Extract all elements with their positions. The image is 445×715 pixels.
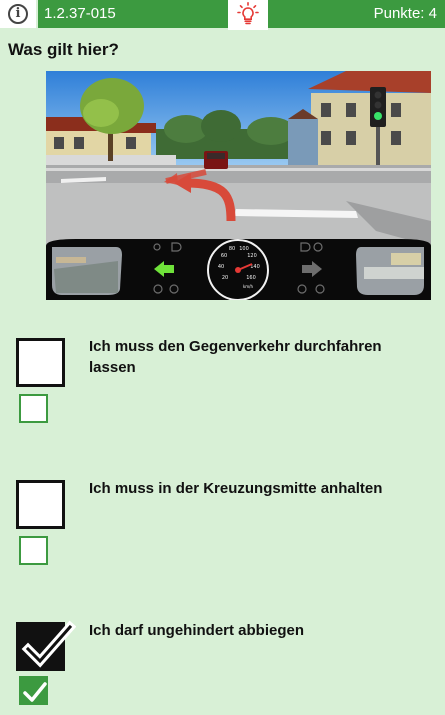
top-bar: i 1.2.37-015 Punkte: 4	[0, 0, 445, 30]
speed-tick: 100	[239, 246, 249, 252]
solution-checkbox	[19, 536, 48, 565]
answer-text: Ich muss in der Kreuzungsmitte anhalten	[89, 480, 383, 497]
checkmark-icon	[23, 682, 47, 702]
checkmark-icon	[21, 620, 76, 668]
question-id: 1.2.37-015	[38, 0, 228, 28]
hint-button[interactable]	[228, 0, 268, 30]
speed-tick: 20	[222, 275, 228, 281]
answer-text: Ich muss den Gegenverkehr durchfahren la…	[89, 338, 382, 376]
speed-tick: 60	[221, 253, 227, 259]
answer-checkbox[interactable]	[16, 620, 76, 671]
speed-tick: 120	[247, 253, 257, 259]
speed-tick: 80	[229, 246, 235, 252]
speed-tick: 40	[218, 264, 224, 270]
info-icon: i	[8, 4, 28, 24]
lightbulb-icon	[237, 2, 259, 25]
speed-unit: km/h	[243, 284, 254, 289]
answer-text: Ich darf ungehindert abbiegen	[89, 622, 305, 639]
answer-checkbox[interactable]	[16, 480, 65, 529]
solution-checkbox	[19, 676, 48, 705]
solution-checkbox	[19, 394, 48, 423]
question-text: Was gilt hier?	[8, 40, 119, 59]
points-label: Punkte: 4	[268, 0, 445, 28]
question-image: 20 40 60 80 100 120 140 160 km/h	[46, 71, 431, 300]
answer-checkbox[interactable]	[16, 338, 65, 387]
speed-tick: 160	[246, 275, 256, 281]
info-button[interactable]: i	[0, 0, 36, 28]
